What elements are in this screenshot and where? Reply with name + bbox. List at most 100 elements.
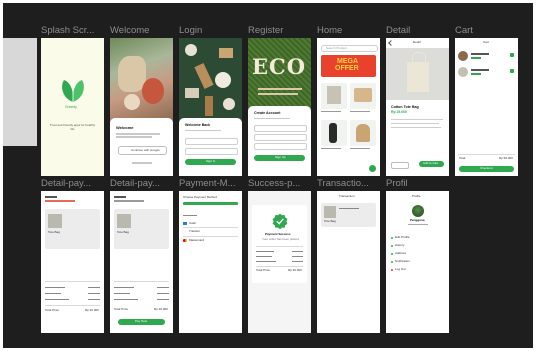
home-fab-button[interactable] bbox=[369, 165, 376, 172]
profile-menu-item[interactable]: History bbox=[395, 243, 404, 248]
frame-label-profile[interactable]: Profil bbox=[386, 178, 449, 189]
profile-name: Pengguna bbox=[410, 218, 425, 222]
cart-item-image bbox=[458, 67, 468, 77]
checkout-label: Checkout bbox=[480, 166, 493, 171]
add-to-cart-label: Add to Cart bbox=[423, 161, 439, 166]
home-product-card[interactable] bbox=[321, 83, 347, 109]
cash-icon bbox=[183, 222, 187, 225]
success-check-icon bbox=[272, 213, 288, 229]
transaction-product-name: Tote Bag bbox=[324, 219, 336, 223]
detail-price: Rp 25.000 bbox=[391, 110, 407, 114]
success-total-value: Rp 30.000 bbox=[288, 268, 302, 272]
cart-item-image bbox=[458, 51, 468, 61]
checkout-button[interactable]: Checkout bbox=[459, 166, 514, 172]
register-title: Create Account bbox=[254, 111, 281, 115]
logout-icon bbox=[391, 269, 393, 271]
frame-label-login[interactable]: Login bbox=[179, 25, 242, 36]
payment-method-title: Choose Payment Method bbox=[183, 195, 217, 199]
cart-total-value: Rp 50.000 bbox=[499, 156, 513, 160]
payment-total-value: Rp 30.000 bbox=[154, 307, 168, 311]
frame-detail[interactable]: Detail Cotton Tote Bag Rp 25.000 Add to … bbox=[386, 38, 449, 176]
avatar[interactable] bbox=[412, 205, 424, 217]
transaction-header: Transaction bbox=[339, 194, 355, 198]
google-signin-label: Continue with Google bbox=[131, 147, 160, 152]
frame-label-cart[interactable]: Cart bbox=[455, 25, 518, 36]
quantity-stepper[interactable] bbox=[391, 162, 409, 169]
frame-label-transaction[interactable]: Transactio... bbox=[317, 178, 380, 189]
register-name-input[interactable] bbox=[254, 125, 307, 132]
frame-label-detail-payment-2[interactable]: Detail-pay... bbox=[110, 178, 173, 189]
login-email-input[interactable] bbox=[185, 138, 238, 145]
payment-total-label: Total Price bbox=[45, 308, 60, 312]
frame-label-welcome[interactable]: Welcome bbox=[110, 25, 173, 36]
payment-option[interactable]: Cash bbox=[189, 221, 196, 226]
frame-transaction[interactable]: Transaction Tote Bag bbox=[317, 191, 380, 333]
payment-total-value: Rp 30.000 bbox=[85, 308, 99, 312]
frame-cart[interactable]: Cart Total Rp 50.000 Checkout bbox=[455, 38, 518, 176]
frame-label-detail-payment-1[interactable]: Detail-pay... bbox=[41, 178, 104, 189]
profile-menu-item[interactable]: Edit Profile bbox=[395, 235, 410, 240]
frame-detail-payment-1[interactable]: Tote Bag Total Price Rp 30.000 bbox=[41, 191, 104, 333]
frame-detail-payment-2[interactable]: Tote Bag Total Price Rp 30.000 Pay Now bbox=[110, 191, 173, 333]
profile-header: Profile bbox=[412, 194, 421, 198]
offscreen-frame[interactable] bbox=[3, 38, 37, 146]
frame-splash[interactable]: Greenly Trust and friendly apps for heal… bbox=[41, 38, 104, 176]
profile-menu-item[interactable]: Address bbox=[395, 251, 406, 256]
home-product-card[interactable] bbox=[350, 120, 376, 146]
payment-product-name: Tote Bag bbox=[48, 230, 60, 234]
home-offer-banner[interactable]: MEGA OFFER bbox=[321, 55, 376, 77]
register-hero-image: ECO bbox=[248, 38, 311, 110]
home-product-card[interactable] bbox=[350, 83, 376, 109]
splash-brand: Greenly bbox=[65, 105, 77, 109]
frame-welcome[interactable]: Welcome Continue with Google bbox=[110, 38, 173, 176]
register-password-input[interactable] bbox=[254, 143, 307, 150]
splash-tagline: Trust and friendly apps for healthy life bbox=[49, 123, 96, 131]
profile-menu-item[interactable]: Notification bbox=[395, 259, 410, 264]
detail-product-image bbox=[386, 48, 449, 100]
add-to-cart-button[interactable]: Add to Cart bbox=[419, 161, 444, 167]
frame-label-detail[interactable]: Detail bbox=[386, 25, 449, 36]
frame-label-home[interactable]: Home bbox=[317, 25, 380, 36]
menu-dot-icon bbox=[391, 253, 393, 255]
login-password-input[interactable] bbox=[185, 148, 238, 155]
frame-label-success[interactable]: Success-p... bbox=[248, 178, 311, 189]
frame-label-register[interactable]: Register bbox=[248, 25, 311, 36]
cart-item-checkbox[interactable] bbox=[510, 69, 514, 73]
welcome-hero-image bbox=[110, 38, 173, 122]
frame-label-payment-method[interactable]: Payment-M... bbox=[179, 178, 242, 189]
frame-success[interactable]: Payment Success Your order has been plac… bbox=[248, 191, 311, 333]
login-title: Welcome Back bbox=[185, 123, 211, 127]
success-total-label: Total Price bbox=[256, 268, 271, 272]
menu-dot-icon bbox=[391, 261, 393, 263]
cart-total-label: Total bbox=[459, 156, 466, 160]
cart-item-checkbox[interactable] bbox=[510, 53, 514, 57]
menu-dot-icon bbox=[391, 237, 393, 239]
payment-option[interactable]: Mastercard bbox=[189, 238, 204, 243]
frame-home[interactable]: Search Product MEGA OFFER bbox=[317, 38, 380, 176]
profile-menu-item[interactable]: Log Out bbox=[395, 267, 406, 272]
payment-option[interactable]: Transfer bbox=[189, 229, 200, 234]
home-product-card[interactable] bbox=[321, 120, 347, 146]
payment-product-card: Tote Bag bbox=[114, 209, 169, 249]
frame-login[interactable]: Welcome Back Sign In bbox=[179, 38, 242, 176]
transaction-card[interactable]: Tote Bag bbox=[321, 203, 376, 227]
offer-line2: OFFER bbox=[335, 65, 359, 72]
home-search-placeholder: Search Product bbox=[326, 45, 347, 50]
eco-text: ECO bbox=[252, 54, 307, 79]
frame-register[interactable]: ECO Create Account Sign Up bbox=[248, 38, 311, 176]
register-signup-button[interactable]: Sign Up bbox=[254, 155, 305, 161]
login-signin-button[interactable]: Sign In bbox=[185, 159, 236, 165]
success-subtitle: Your order has been placed bbox=[262, 237, 299, 241]
frame-payment-method[interactable]: Choose Payment Method Cash Transfer Mast… bbox=[179, 191, 242, 333]
frame-profile[interactable]: Profile Pengguna Edit Profile History Ad… bbox=[386, 191, 449, 333]
register-email-input[interactable] bbox=[254, 134, 307, 141]
detail-header: Detail bbox=[413, 40, 421, 44]
back-arrow-icon[interactable] bbox=[388, 40, 394, 46]
payment-product-card: Tote Bag bbox=[45, 209, 100, 249]
google-signin-button[interactable]: Continue with Google bbox=[118, 146, 167, 155]
cart-header: Cart bbox=[483, 40, 489, 44]
design-canvas: Splash Scr... Welcome Login Register Hom… bbox=[3, 3, 533, 348]
frame-label-splash[interactable]: Splash Scr... bbox=[41, 25, 104, 36]
home-search-input[interactable]: Search Product bbox=[321, 45, 378, 52]
pay-now-button[interactable]: Pay Now bbox=[118, 319, 165, 325]
